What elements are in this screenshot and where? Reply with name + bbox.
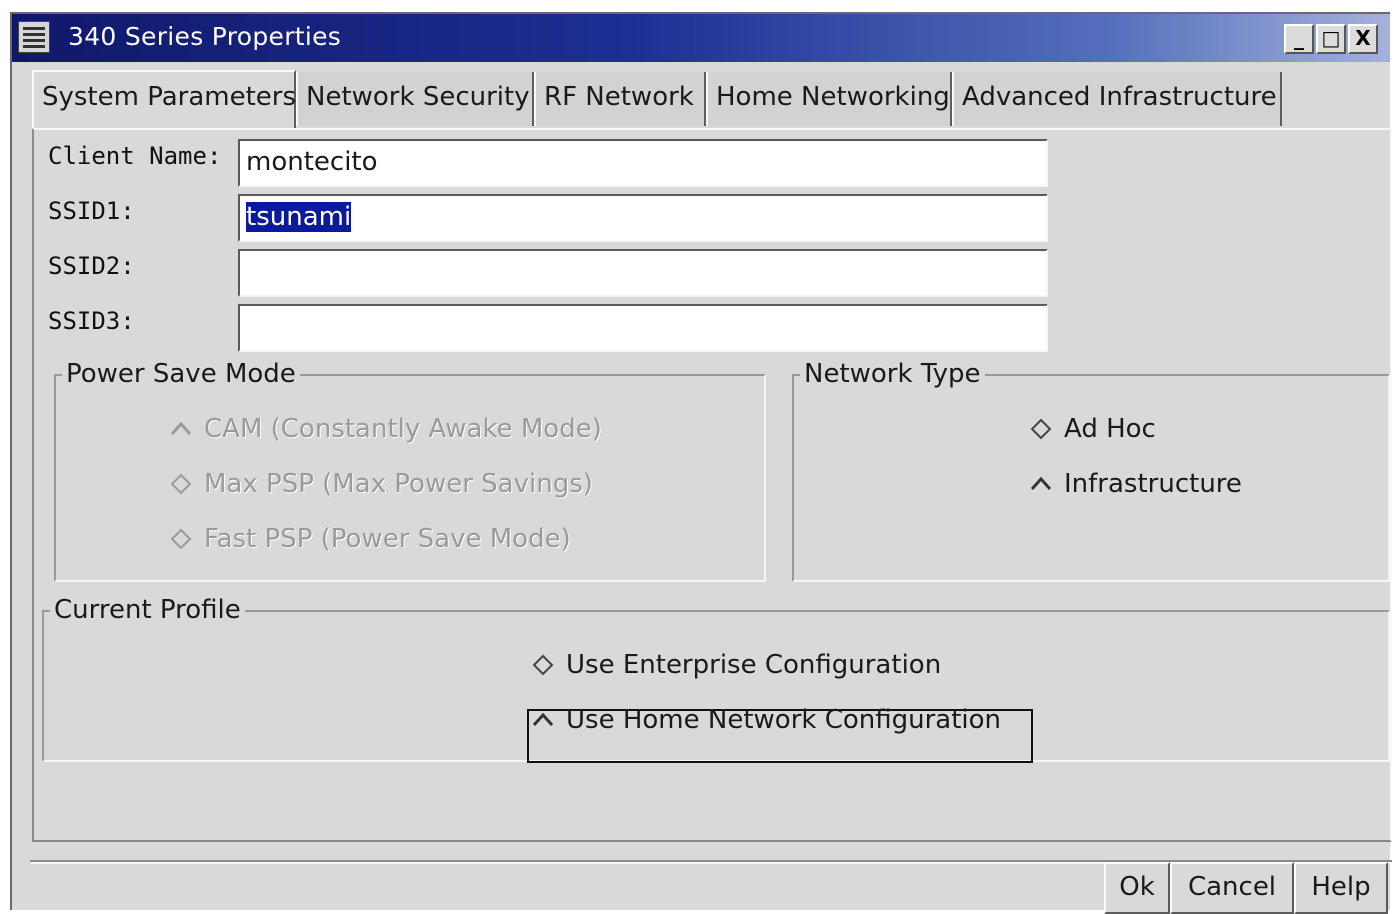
minimize-button[interactable]: _: [1284, 24, 1314, 54]
tab-advanced-infrastructure[interactable]: Advanced Infrastructure: [952, 72, 1282, 126]
radio-enterprise-config[interactable]: Use Enterprise Configuration: [532, 650, 941, 680]
power-save-mode-title: Power Save Mode: [62, 359, 300, 389]
radio-max-psp-label: Max PSP (Max Power Savings): [204, 469, 593, 499]
radio-selected-icon: [170, 421, 192, 436]
help-button[interactable]: Help: [1294, 862, 1388, 914]
radio-fast-psp-label: Fast PSP (Power Save Mode): [204, 524, 571, 554]
tab-system-parameters[interactable]: System Parameters: [32, 70, 296, 130]
radio-unselected-icon: [1030, 418, 1052, 440]
radio-enterprise-config-label: Use Enterprise Configuration: [566, 650, 942, 680]
client-name-label: Client Name:: [48, 142, 222, 170]
ssid1-label: SSID1:: [48, 197, 135, 225]
radio-unselected-icon: [170, 473, 192, 495]
ssid3-label: SSID3:: [48, 307, 135, 335]
radio-infrastructure-label: Infrastructure: [1064, 469, 1242, 499]
title-bar[interactable]: 340 Series Properties _ □ X: [12, 14, 1390, 62]
radio-ad-hoc[interactable]: Ad Hoc: [1030, 414, 1156, 444]
tab-network-security[interactable]: Network Security: [296, 72, 534, 126]
radio-cam[interactable]: CAM (Constantly Awake Mode): [170, 414, 602, 444]
radio-unselected-icon: [532, 654, 554, 676]
properties-dialog: 340 Series Properties _ □ X System Param…: [10, 12, 1392, 914]
close-button[interactable]: X: [1348, 24, 1378, 54]
client-name-value: montecito: [246, 147, 378, 177]
ok-button[interactable]: Ok: [1104, 862, 1170, 914]
radio-home-network-config[interactable]: Use Home Network Configuration: [532, 705, 1001, 735]
current-profile-title: Current Profile: [50, 595, 245, 625]
ssid3-field[interactable]: [238, 304, 1048, 352]
tab-rf-network[interactable]: RF Network: [534, 72, 706, 126]
ssid1-value: tsunami: [246, 202, 352, 232]
radio-selected-icon: [1030, 476, 1052, 491]
ssid1-field[interactable]: tsunami: [238, 194, 1048, 242]
maximize-button[interactable]: □: [1316, 24, 1346, 54]
network-type-title: Network Type: [800, 359, 985, 389]
radio-unselected-icon: [170, 528, 192, 550]
radio-infrastructure[interactable]: Infrastructure: [1030, 469, 1242, 499]
window-menu-icon[interactable]: [18, 21, 50, 53]
radio-selected-icon: [532, 712, 554, 727]
window-title: 340 Series Properties: [68, 22, 342, 51]
tab-home-networking[interactable]: Home Networking: [706, 72, 952, 126]
ssid2-label: SSID2:: [48, 252, 135, 280]
radio-cam-label: CAM (Constantly Awake Mode): [204, 414, 602, 444]
cancel-button[interactable]: Cancel: [1170, 862, 1294, 914]
radio-ad-hoc-label: Ad Hoc: [1064, 414, 1156, 444]
radio-home-network-config-label: Use Home Network Configuration: [566, 705, 1002, 735]
client-name-field[interactable]: montecito: [238, 139, 1048, 187]
radio-max-psp[interactable]: Max PSP (Max Power Savings): [170, 469, 593, 499]
radio-fast-psp[interactable]: Fast PSP (Power Save Mode): [170, 524, 571, 554]
ssid2-field[interactable]: [238, 249, 1048, 297]
